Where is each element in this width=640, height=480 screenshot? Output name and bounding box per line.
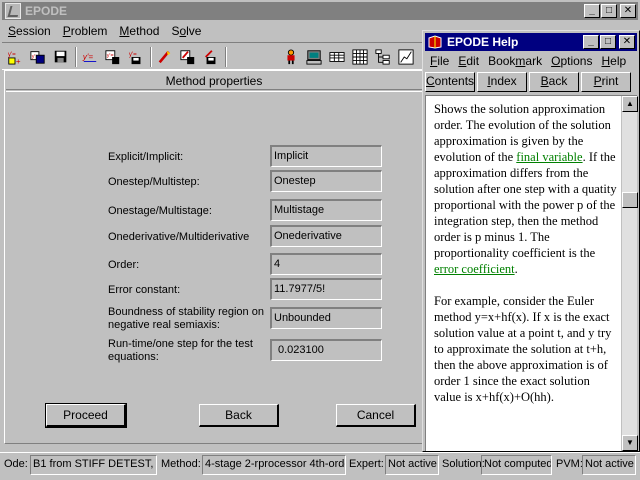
panel-title: Method properties: [6, 72, 422, 90]
computer-icon[interactable]: [303, 46, 325, 68]
help-menu-bookmark[interactable]: Bookmark: [483, 52, 546, 71]
expert-status-label: Expert:: [349, 458, 384, 470]
maximize-button[interactable]: □: [601, 4, 617, 18]
svg-text:y': y': [32, 54, 36, 60]
method-save-icon[interactable]: [200, 46, 222, 68]
help-menu-bar: File Edit Bookmark Options Help: [425, 52, 637, 71]
problem-data-icon[interactable]: y'=: [102, 46, 124, 68]
close-button[interactable]: ✕: [620, 4, 636, 18]
status-bar: Ode: B1 from STIFF DETEST, li Method: 4-…: [0, 452, 640, 480]
final-variable-link[interactable]: final variable: [516, 150, 582, 164]
error-coefficient-link[interactable]: error coefficient: [434, 262, 515, 276]
error-constant-label: Error constant:: [108, 284, 181, 296]
solver-person-icon[interactable]: [280, 46, 302, 68]
help-menu-file[interactable]: File: [425, 52, 453, 71]
help-scrollbar[interactable]: ▲ ▼: [621, 96, 638, 451]
help-text: Shows the solution approximation order. …: [434, 101, 620, 421]
help-button-bar: Contents Index Back Print: [425, 72, 637, 94]
explicit-implicit-label: Explicit/Implicit:: [108, 151, 184, 163]
explicit-implicit-field[interactable]: Implicit: [270, 145, 382, 167]
ode-status-value: B1 from STIFF DETEST, li: [30, 455, 157, 475]
table-icon[interactable]: [326, 46, 348, 68]
method-status-label: Method:: [161, 458, 201, 470]
ode-status-label: Ode:: [4, 458, 28, 470]
help-book-icon[interactable]: [428, 35, 442, 49]
cancel-button[interactable]: Cancel: [336, 404, 416, 427]
onestage-multistage-label: Onestage/Multistage:: [108, 205, 212, 217]
solution-status-value: Not computed: [481, 455, 552, 475]
error-constant-field[interactable]: 11.7977/5!: [270, 278, 382, 300]
svg-text:y'=: y'=: [82, 53, 93, 62]
expert-status-value: Not active: [385, 455, 439, 475]
help-content: Shows the solution approximation order. …: [425, 95, 638, 451]
onestage-multistage-field[interactable]: Multistage: [270, 199, 382, 221]
onederivative-multiderivative-label: Onederivative/Multiderivative: [108, 231, 250, 243]
minimize-button[interactable]: _: [584, 4, 600, 18]
order-field[interactable]: 4: [270, 253, 382, 275]
pvm-status-label: PVM:: [556, 458, 583, 470]
back-button[interactable]: Back: [199, 404, 279, 427]
onederivative-multiderivative-field[interactable]: Onederivative: [270, 225, 382, 247]
epode-help-window: EPODE Help _ □ ✕ File Edit Bookmark Opti…: [422, 30, 640, 452]
stability-region-field[interactable]: Unbounded: [270, 307, 382, 329]
graph-icon[interactable]: [395, 46, 417, 68]
order-label: Order:: [108, 259, 140, 271]
method-list-icon[interactable]: [177, 46, 199, 68]
help-print-button[interactable]: Print: [581, 72, 631, 92]
method-icon[interactable]: [154, 46, 176, 68]
new-session-icon[interactable]: y'= +: [4, 46, 26, 68]
scroll-down-arrow-icon[interactable]: ▼: [622, 435, 638, 451]
onestep-multistep-label: Onestep/Multistep:: [108, 176, 200, 188]
grid-icon[interactable]: [349, 46, 371, 68]
pvm-status-value: Not active: [582, 455, 636, 475]
toolbar: y'= + y' y'= y'= y'=: [2, 42, 426, 70]
help-maximize-button[interactable]: □: [600, 35, 616, 49]
app-title: EPODE: [25, 4, 68, 18]
help-title: EPODE Help: [447, 35, 519, 49]
runtime-label: Run-time/one step for the test equations…: [108, 338, 253, 363]
help-contents-button[interactable]: Contents: [425, 72, 475, 92]
help-back-button[interactable]: Back: [529, 72, 579, 92]
help-minimize-button[interactable]: _: [583, 35, 599, 49]
help-index-button[interactable]: Index: [477, 72, 527, 92]
help-title-bar[interactable]: EPODE Help _ □ ✕: [425, 33, 637, 51]
session-list-icon[interactable]: y': [27, 46, 49, 68]
proceed-button[interactable]: Proceed: [45, 403, 127, 428]
help-menu-help[interactable]: Help: [596, 52, 630, 71]
help-menu-edit[interactable]: Edit: [453, 52, 483, 71]
runtime-field[interactable]: 0.023100: [270, 339, 382, 361]
main-title-bar[interactable]: EPODE _ □ ✕: [2, 2, 638, 20]
stability-region-label: Boundness of stability region on negativ…: [108, 306, 264, 331]
menu-solve[interactable]: Solve: [165, 21, 207, 40]
tree-icon[interactable]: [372, 46, 394, 68]
pick-problem-icon[interactable]: y'=: [125, 46, 147, 68]
epode-app-icon[interactable]: [5, 3, 21, 19]
scroll-up-arrow-icon[interactable]: ▲: [622, 96, 638, 112]
save-session-icon[interactable]: [50, 46, 72, 68]
method-properties-panel: Method properties Explicit/Implicit: Imp…: [4, 70, 424, 444]
help-menu-options[interactable]: Options: [546, 52, 596, 71]
svg-text:+: +: [16, 57, 21, 65]
help-paragraph: For example, consider the Euler method y…: [434, 294, 612, 404]
menu-session[interactable]: Session: [2, 21, 57, 40]
main-menu-bar: Session Problem Method Solve: [2, 21, 422, 40]
onestep-multistep-field[interactable]: Onestep: [270, 170, 382, 192]
solution-status-label: Solution:: [442, 458, 485, 470]
method-status-value: 4-stage 2-rprocessor 4th-order: [202, 455, 346, 475]
help-close-button[interactable]: ✕: [619, 35, 635, 49]
menu-method[interactable]: Method: [113, 21, 165, 40]
help-paragraph: Shows the solution approximation order. …: [434, 102, 617, 276]
menu-problem[interactable]: Problem: [57, 21, 114, 40]
svg-text:y'=: y'=: [8, 51, 16, 58]
scroll-thumb[interactable]: [622, 192, 638, 208]
new-problem-icon[interactable]: y'=: [79, 46, 101, 68]
